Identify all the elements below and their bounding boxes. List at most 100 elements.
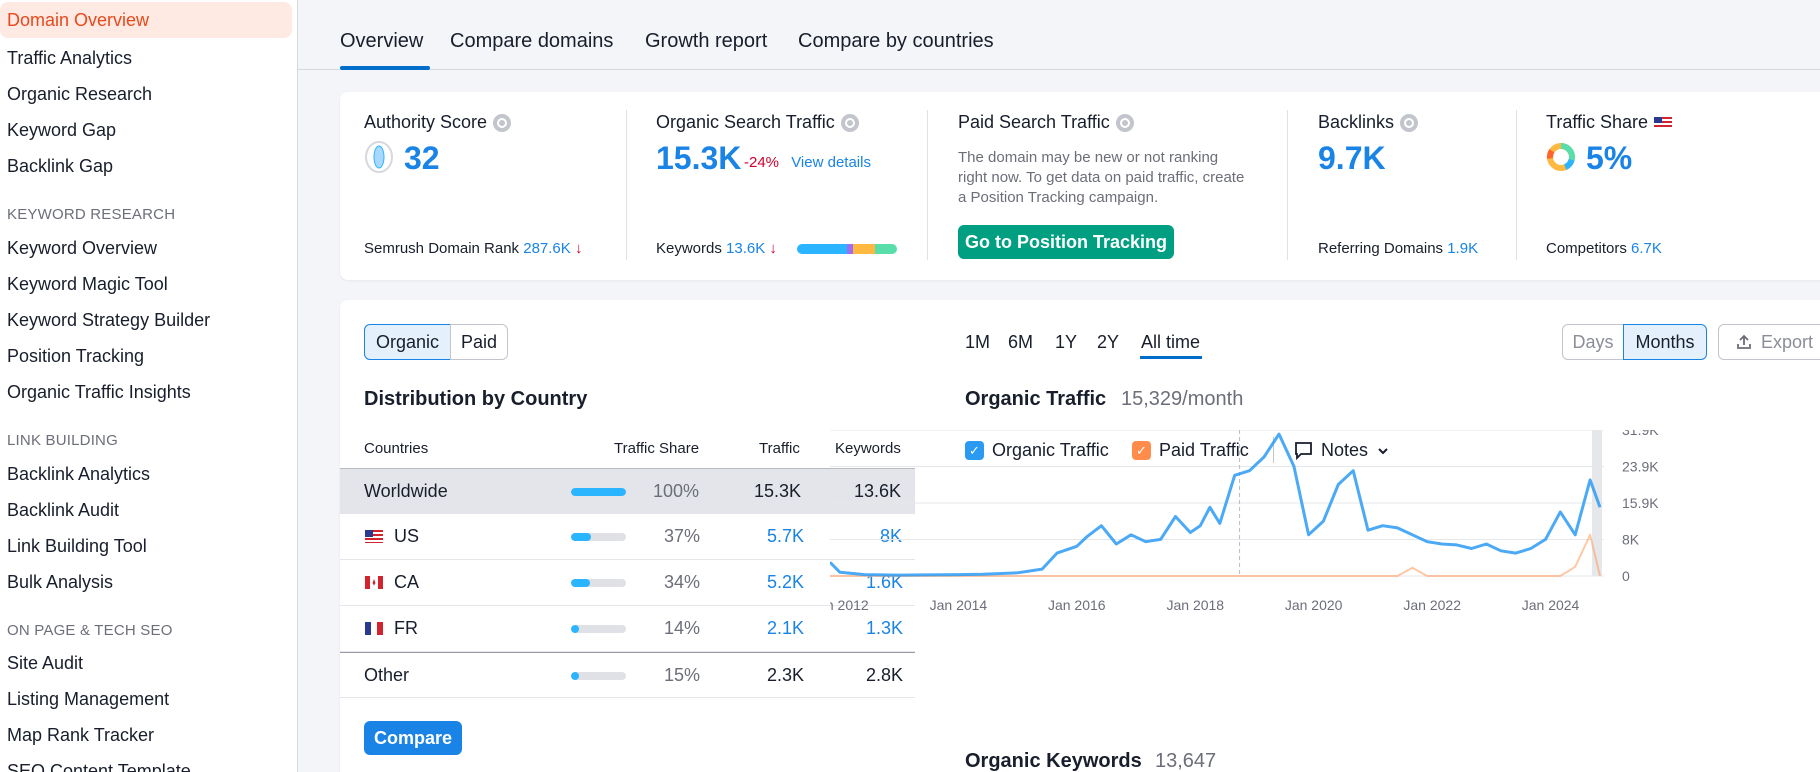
sidebar-item-bulk-analysis[interactable]: Bulk Analysis	[0, 564, 292, 600]
intent-segment	[853, 244, 875, 254]
ca-flag-icon	[365, 576, 383, 589]
table-row-worldwide[interactable]: Worldwide 100% 15.3K 13.6K	[340, 468, 915, 514]
sidebar-item-domain-overview[interactable]: Domain Overview	[0, 2, 292, 38]
backlinks-value[interactable]: 9.7K	[1318, 140, 1386, 177]
organic-traffic-title: Organic Search Traffic	[656, 112, 859, 133]
organic-traffic-change: -24%	[744, 154, 780, 171]
tab-compare-domains[interactable]: Compare domains	[450, 30, 613, 53]
sidebar-item-backlink-audit[interactable]: Backlink Audit	[0, 492, 292, 528]
header-traffic[interactable]: Traffic	[759, 440, 800, 457]
selected-range-indicator	[1140, 356, 1202, 359]
range-1m[interactable]: 1M	[965, 332, 990, 353]
sidebar-item-organic-research[interactable]: Organic Research	[0, 76, 292, 112]
intent-segment	[797, 244, 847, 254]
organic-toggle[interactable]: Organic	[364, 324, 451, 360]
organic-traffic-value[interactable]: 15.3K	[656, 140, 741, 177]
organic-traffic-monthly: 15,329/month	[1121, 388, 1244, 410]
share-bar-fill	[571, 672, 580, 680]
share-percent: 34%	[664, 572, 701, 592]
sidebar-item-link-building-tool[interactable]: Link Building Tool	[0, 528, 292, 564]
sidebar-item-organic-traffic-insights[interactable]: Organic Traffic Insights	[0, 374, 292, 410]
sidebar-item-map-rank-tracker[interactable]: Map Rank Tracker	[0, 717, 292, 753]
tab-compare-by-countries[interactable]: Compare by countries	[798, 30, 994, 53]
share-percent: 37%	[664, 526, 701, 546]
sidebar-item-keyword-overview[interactable]: Keyword Overview	[0, 230, 292, 266]
range-1y[interactable]: 1Y	[1055, 332, 1077, 353]
sidebar-item-position-tracking[interactable]: Position Tracking	[0, 338, 292, 374]
traffic-value[interactable]: 5.2K	[767, 572, 804, 593]
x-tick-label: Jan 2024	[1522, 597, 1580, 613]
authority-score-value[interactable]: 32	[404, 140, 440, 177]
tab-growth-report[interactable]: Growth report	[645, 30, 767, 53]
compare-button[interactable]: Compare	[364, 721, 462, 755]
share-bar	[571, 579, 626, 587]
competitors: Competitors 6.7K	[1546, 240, 1662, 257]
sidebar-item-traffic-analytics[interactable]: Traffic Analytics	[0, 40, 292, 76]
y-tick-label: 31.9K	[1622, 430, 1659, 438]
organic-traffic-line	[830, 432, 1602, 577]
sidebar-item-listing-management[interactable]: Listing Management	[0, 681, 292, 717]
sidebar-item-keyword-strategy-builder[interactable]: Keyword Strategy Builder	[0, 302, 292, 338]
traffic-value[interactable]: 2.1K	[767, 618, 804, 639]
traffic-value[interactable]: 5.7K	[767, 526, 804, 547]
referring-domains-value[interactable]: 1.9K	[1447, 240, 1478, 257]
table-row-us[interactable]: US 37% 5.7K 8K	[340, 514, 915, 560]
organic-keywords-value: 13,647	[1155, 750, 1217, 772]
country-name: Worldwide	[364, 481, 448, 501]
organic-traffic-change-row: -24% View details	[744, 154, 871, 171]
traffic-share-label: Traffic Share	[1546, 112, 1649, 132]
sidebar-item-backlink-gap[interactable]: Backlink Gap	[0, 148, 292, 184]
export-button[interactable]: Export	[1718, 324, 1820, 360]
competitors-label: Competitors	[1546, 240, 1627, 257]
summary-card: Authority Score 32 Semrush Domain Rank 2…	[340, 92, 1820, 280]
distribution-title: Distribution by Country	[364, 388, 588, 410]
keywords-label: Keywords	[656, 240, 722, 257]
main-card: Organic Paid Distribution by Country Cou…	[340, 300, 1820, 772]
section-keyword-research: KEYWORD RESEARCH	[7, 206, 176, 223]
share-bar	[571, 625, 626, 633]
info-icon[interactable]	[493, 113, 512, 132]
domain-rank-value[interactable]: 287.6K	[523, 240, 571, 257]
traffic-share-value[interactable]: 5%	[1586, 140, 1632, 177]
months-toggle[interactable]: Months	[1623, 324, 1707, 360]
tab-overview[interactable]: Overview	[340, 30, 423, 53]
x-tick-label: Jan 2012	[830, 597, 869, 613]
days-toggle[interactable]: Days	[1562, 324, 1624, 360]
sidebar-item-site-audit[interactable]: Site Audit	[0, 645, 292, 681]
share-percent: 14%	[664, 618, 701, 638]
divider	[927, 110, 928, 260]
table-row-fr[interactable]: FR 14% 2.1K 1.3K	[340, 606, 915, 652]
paid-toggle[interactable]: Paid	[450, 324, 508, 360]
sidebar-item-keyword-magic-tool[interactable]: Keyword Magic Tool	[0, 266, 292, 302]
traffic-share-donut-icon	[1547, 143, 1575, 171]
table-row-ca[interactable]: CA 34% 5.2K 1.6K	[340, 560, 915, 606]
info-icon[interactable]	[1400, 113, 1419, 132]
authority-gauge-icon	[365, 141, 393, 173]
divider	[1516, 110, 1517, 260]
range-6m[interactable]: 6M	[1008, 332, 1033, 353]
go-to-position-tracking-button[interactable]: Go to Position Tracking	[958, 225, 1174, 259]
info-icon[interactable]	[840, 113, 859, 132]
keywords-value[interactable]: 13.6K	[726, 240, 765, 257]
range-2y[interactable]: 2Y	[1097, 332, 1119, 353]
paid-traffic-message: The domain may be new or not ranking rig…	[958, 149, 1245, 206]
x-tick-label: Jan 2022	[1403, 597, 1461, 613]
view-details-link[interactable]: View details	[791, 154, 871, 171]
y-tick-label: 0	[1622, 568, 1630, 584]
share-bar	[571, 488, 626, 496]
sidebar-item-seo-content-template[interactable]: SEO Content Template	[0, 753, 292, 772]
competitors-value[interactable]: 6.7K	[1631, 240, 1662, 257]
fr-flag-icon	[365, 622, 383, 635]
section-on-page-tech-seo: ON PAGE & TECH SEO	[7, 622, 173, 639]
paid-traffic-line	[830, 533, 1601, 577]
tab-bar: Overview Compare domains Growth report C…	[298, 0, 1820, 70]
country-name: CA	[394, 572, 420, 592]
organic-traffic-chart[interactable]: 31.9K 23.9K 15.9K 8K 0 Jan 2012 Jan 2014 Jan 20…	[830, 430, 1820, 680]
divider	[1287, 110, 1288, 260]
sidebar-item-backlink-analytics[interactable]: Backlink Analytics	[0, 456, 292, 492]
range-all-time[interactable]: All time	[1141, 332, 1200, 353]
header-traffic-share[interactable]: Traffic Share	[614, 440, 699, 457]
sidebar-item-keyword-gap[interactable]: Keyword Gap	[0, 112, 292, 148]
share-bar-fill	[571, 533, 592, 541]
info-icon[interactable]	[1115, 113, 1134, 132]
